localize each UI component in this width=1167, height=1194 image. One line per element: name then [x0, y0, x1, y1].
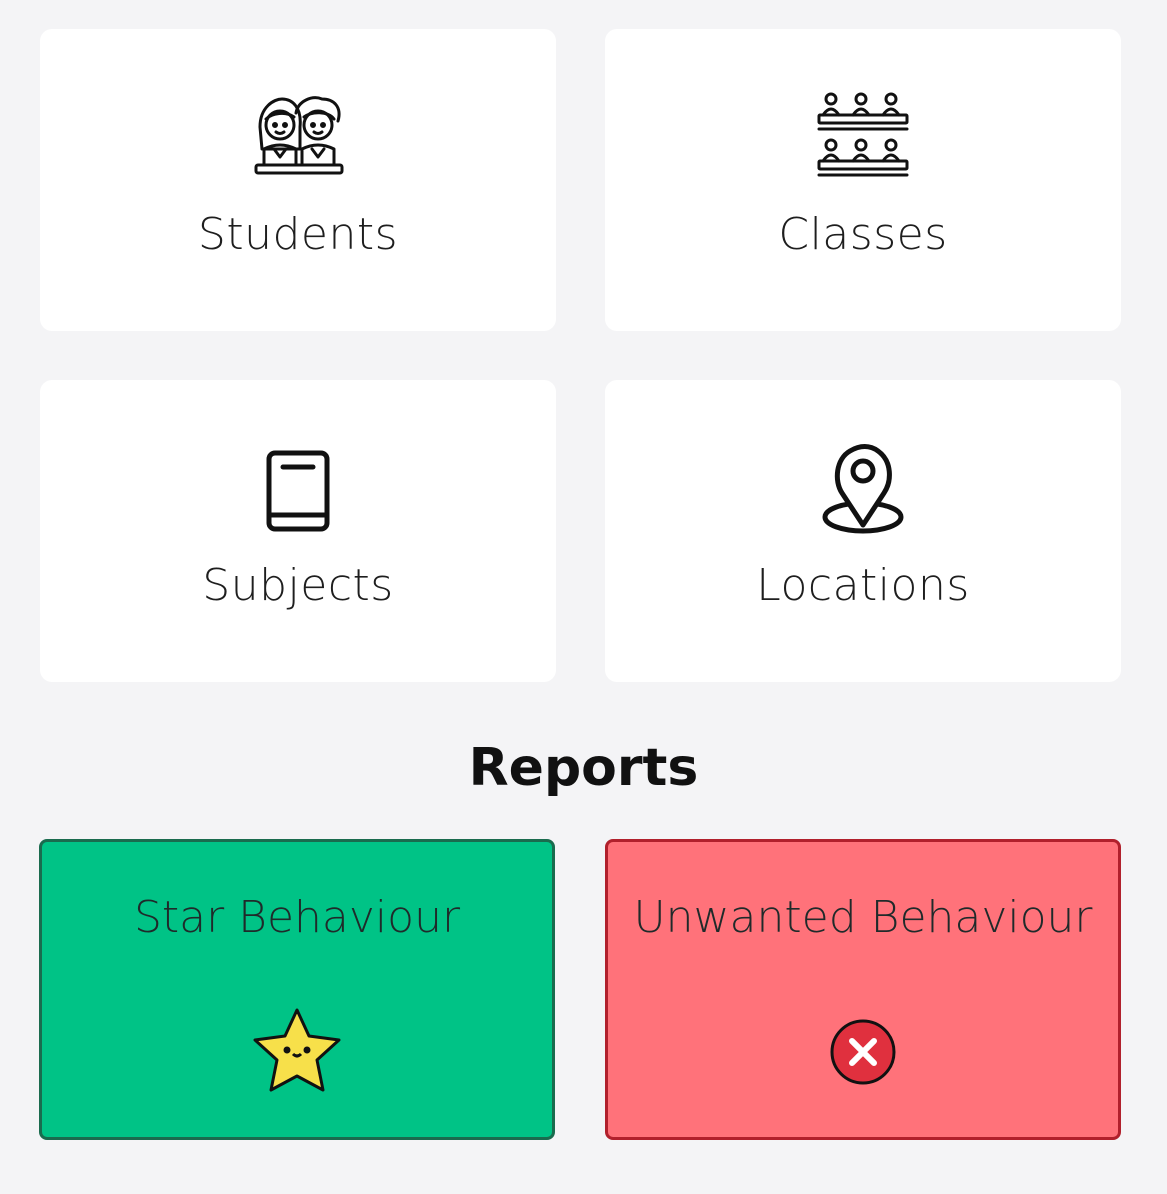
subjects-label: Subjects [202, 560, 394, 611]
locations-label: Locations [756, 560, 970, 611]
unwanted-behaviour-label: Unwanted Behaviour [633, 892, 1093, 943]
star-behaviour-label: Star Behaviour [133, 892, 461, 943]
location-pin-icon [813, 438, 913, 538]
students-label: Students [197, 209, 399, 260]
subjects-card[interactable]: Subjects [40, 380, 556, 682]
classroom-icon [813, 85, 913, 185]
book-icon [248, 442, 348, 542]
classes-label: Classes [778, 209, 948, 260]
star-behaviour-button[interactable]: Star Behaviour [39, 839, 555, 1140]
unwanted-behaviour-button[interactable]: Unwanted Behaviour [605, 839, 1121, 1140]
students-icon [248, 85, 348, 185]
classes-card[interactable]: Classes [605, 29, 1121, 331]
students-card[interactable]: Students [40, 29, 556, 331]
star-icon [247, 1002, 347, 1102]
locations-card[interactable]: Locations [605, 380, 1121, 682]
reports-heading: Reports [468, 738, 699, 798]
cross-icon [813, 1002, 913, 1102]
